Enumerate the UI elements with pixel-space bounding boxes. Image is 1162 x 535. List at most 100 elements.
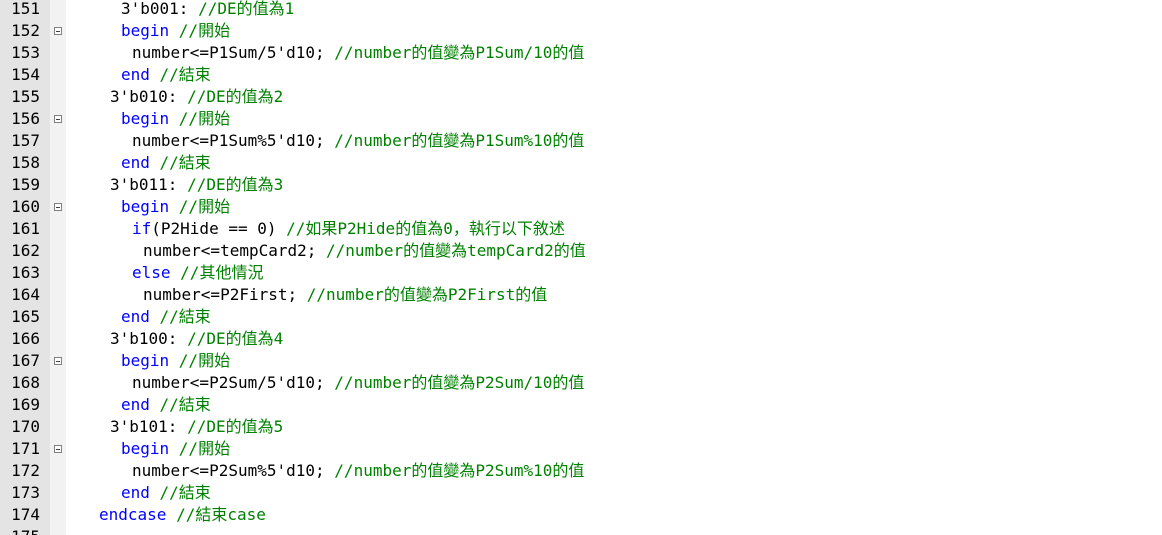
code-editor[interactable]: 151 3'b001: //DE的值為1 152 begin //開始 153 numbe…	[0, 0, 1162, 535]
code-text: else //其他情況	[132, 262, 263, 284]
comment-token: //DE的值為3	[187, 175, 284, 194]
code-line[interactable]: 153 number<=P1Sum/5'd10; //number的值變為P1Su…	[0, 42, 1162, 64]
line-number: 156	[11, 109, 40, 128]
comment-token: //其他情況	[180, 263, 264, 282]
code-text: begin //開始	[121, 20, 230, 42]
comment-token: //結束	[159, 65, 211, 84]
keyword-token: begin	[121, 21, 179, 40]
line-number: 158	[11, 153, 40, 172]
comment-token: //結束	[159, 395, 211, 414]
keyword-token: end	[121, 65, 160, 84]
fold-toggle-icon[interactable]	[54, 445, 62, 453]
comment-token: //DE的值為2	[187, 87, 284, 106]
line-number: 153	[11, 43, 40, 62]
line-number: 169	[11, 395, 40, 414]
comment-token: //開始	[178, 109, 231, 128]
fold-toggle-icon[interactable]	[54, 115, 62, 123]
code-line[interactable]: 151 3'b001: //DE的值為1	[0, 0, 1162, 20]
comment-token: //number的值變為P2Sum/10的值	[334, 373, 585, 392]
code-token: 3'b011:	[110, 175, 188, 194]
line-number: 157	[11, 131, 40, 150]
comment-token: //number的值變為P2First的值	[306, 285, 548, 304]
code-line[interactable]: 156 begin //開始	[0, 108, 1162, 130]
line-number: 168	[11, 373, 40, 392]
code-line[interactable]: 166 3'b100: //DE的值為4	[0, 328, 1162, 350]
code-text: end //結束	[121, 152, 211, 174]
comment-token: //結束case	[176, 505, 266, 524]
code-line[interactable]: 171 begin //開始	[0, 438, 1162, 460]
line-number: 159	[11, 175, 40, 194]
fold-toggle-icon[interactable]	[54, 27, 62, 35]
code-text: endcase //結束case	[99, 504, 266, 526]
line-number: 152	[11, 21, 40, 40]
comment-token: //DE的值為1	[198, 0, 295, 18]
line-number: 170	[11, 417, 40, 436]
code-text: end //結束	[121, 394, 211, 416]
code-token: 3'b101:	[110, 417, 188, 436]
keyword-token: begin	[121, 351, 179, 370]
code-line[interactable]: 162 number<=tempCard2; //number的值變為tempCa…	[0, 240, 1162, 262]
code-line[interactable]: 169 end //結束	[0, 394, 1162, 416]
code-text: 3'b010: //DE的值為2	[110, 86, 283, 108]
code-text: end //結束	[121, 64, 211, 86]
code-line[interactable]: 158 end //結束	[0, 152, 1162, 174]
comment-token: //開始	[178, 439, 231, 458]
code-line[interactable]: 154 end //結束	[0, 64, 1162, 86]
line-number: 155	[11, 87, 40, 106]
comment-token: //number的值變為tempCard2的值	[326, 241, 586, 260]
code-line[interactable]: 159 3'b011: //DE的值為3	[0, 174, 1162, 196]
code-text: end //結束	[121, 306, 211, 328]
code-line[interactable]: 164 number<=P2First; //number的值變為P2First的…	[0, 284, 1162, 306]
code-line[interactable]: 175	[0, 526, 1162, 535]
keyword-token: begin	[121, 197, 179, 216]
comment-token: //number的值變為P2Sum%10的值	[334, 461, 585, 480]
code-line[interactable]: 173 end //結束	[0, 482, 1162, 504]
code-line[interactable]: 152 begin //開始	[0, 20, 1162, 42]
code-line[interactable]: 170 3'b101: //DE的值為5	[0, 416, 1162, 438]
keyword-token: else	[132, 263, 181, 282]
code-text: number<=tempCard2; //number的值變為tempCard2…	[143, 240, 586, 262]
code-line[interactable]: 174 endcase //結束case	[0, 504, 1162, 526]
code-line[interactable]: 155 3'b010: //DE的值為2	[0, 86, 1162, 108]
keyword-token: if	[132, 219, 152, 238]
comment-token: //number的值變為P1Sum%10的值	[334, 131, 585, 150]
keyword-token: end	[121, 153, 160, 172]
code-token: number<=tempCard2;	[143, 241, 327, 260]
code-text: number<=P2Sum/5'd10; //number的值變為P2Sum/1…	[132, 372, 584, 394]
code-text: 3'b101: //DE的值為5	[110, 416, 283, 438]
comment-token: //結束	[159, 153, 211, 172]
code-line[interactable]: 161 if(P2Hide == 0) //如果P2Hide的值為0，執行以下敘述	[0, 218, 1162, 240]
keyword-token: end	[121, 395, 160, 414]
code-text: begin //開始	[121, 196, 230, 218]
comment-token: //DE的值為5	[187, 417, 284, 436]
fold-toggle-icon[interactable]	[54, 357, 62, 365]
line-number: 175	[0, 526, 40, 535]
comment-token: //如果P2Hide的值為0，執行以下敘述	[286, 219, 565, 238]
comment-token: //結束	[159, 307, 211, 326]
comment-token: //結束	[159, 483, 211, 502]
code-text: number<=P2First; //number的值變為P2First的值	[143, 284, 547, 306]
code-line[interactable]: 167 begin //開始	[0, 350, 1162, 372]
comment-token: //DE的值為4	[187, 329, 284, 348]
line-number: 161	[11, 219, 40, 238]
keyword-token: endcase	[99, 505, 177, 524]
code-text: begin //開始	[121, 438, 230, 460]
keyword-token: begin	[121, 439, 179, 458]
code-line[interactable]: 172 number<=P2Sum%5'd10; //number的值變為P2Su…	[0, 460, 1162, 482]
line-number: 165	[11, 307, 40, 326]
code-line[interactable]: 163 else //其他情況	[0, 262, 1162, 284]
fold-toggle-icon[interactable]	[54, 203, 62, 211]
comment-token: //開始	[178, 351, 231, 370]
code-line[interactable]: 160 begin //開始	[0, 196, 1162, 218]
comment-token: //number的值變為P1Sum/10的值	[334, 43, 585, 62]
code-token: number<=P2Sum%5'd10;	[132, 461, 335, 480]
code-text: begin //開始	[121, 350, 230, 372]
code-line[interactable]: 157 number<=P1Sum%5'd10; //number的值變為P1Su…	[0, 130, 1162, 152]
code-line[interactable]: 168 number<=P2Sum/5'd10; //number的值變為P2Su…	[0, 372, 1162, 394]
code-text: begin //開始	[121, 108, 230, 130]
line-number: 171	[11, 439, 40, 458]
code-line[interactable]: 165 end //結束	[0, 306, 1162, 328]
code-token: 3'b010:	[110, 87, 188, 106]
keyword-token: end	[121, 483, 160, 502]
code-token: 3'b100:	[110, 329, 188, 348]
